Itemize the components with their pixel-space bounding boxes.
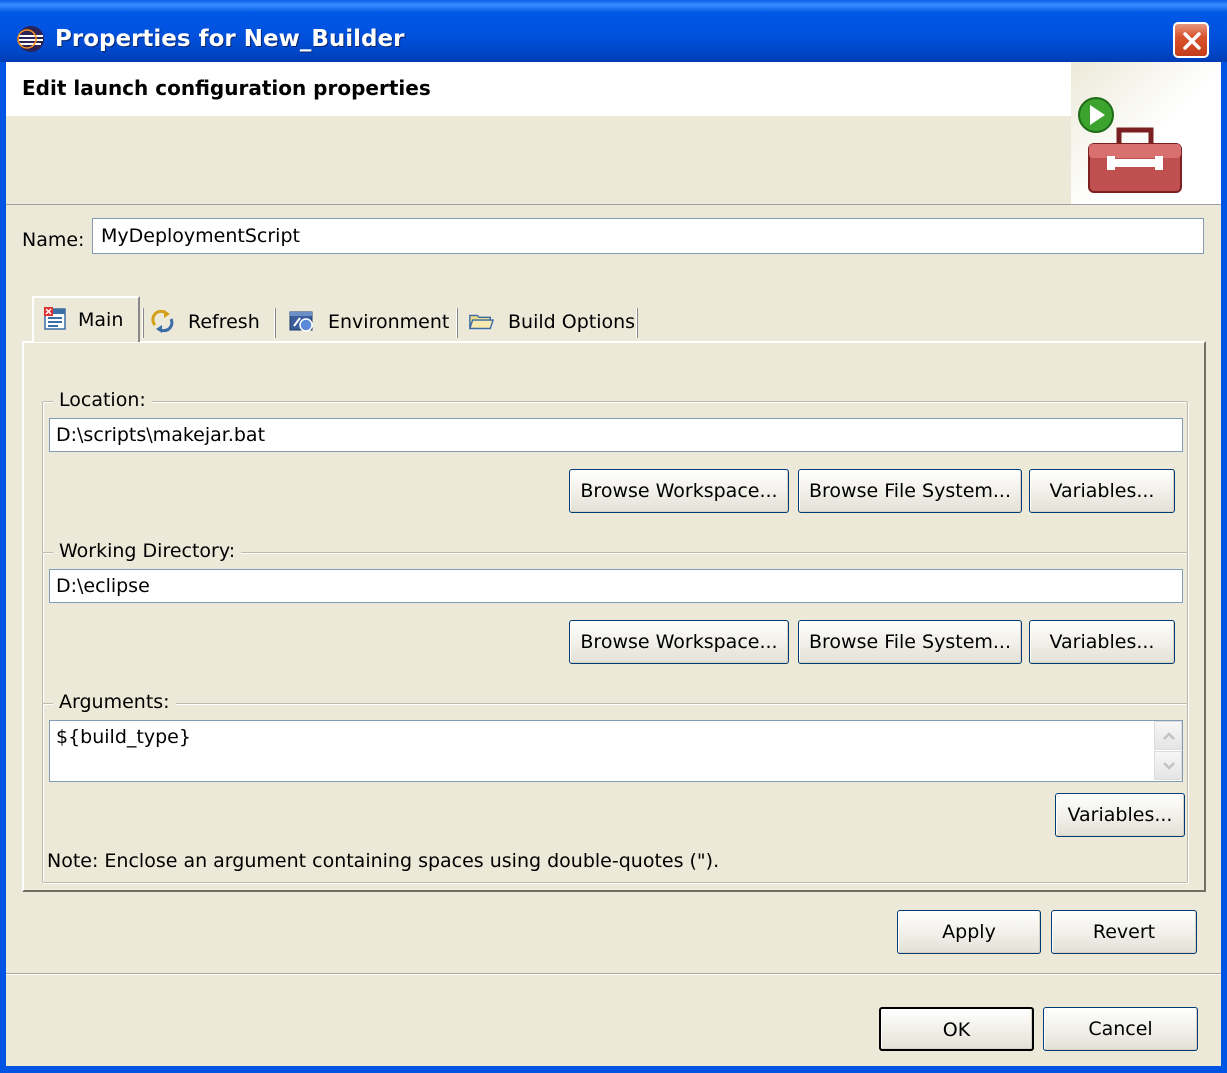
close-button[interactable] [1173, 22, 1209, 58]
location-browse-file-system-button[interactable]: Browse File System... [798, 469, 1022, 513]
working-directory-browse-workspace-button[interactable]: Browse Workspace... [569, 620, 789, 664]
ok-button[interactable]: OK [879, 1007, 1034, 1051]
dialog-client-area: Edit launch configuration properties Nam… [6, 62, 1221, 1073]
arguments-group: Arguments: ${build_type} Variables... No… [42, 691, 1188, 883]
environment-icon [289, 311, 313, 332]
name-label: Name: [22, 229, 85, 251]
eclipse-icon [17, 26, 44, 52]
location-input[interactable]: D:\scripts\makejar.bat [49, 418, 1183, 452]
location-group: Location: D:\scripts\makejar.bat Browse … [42, 389, 1188, 553]
properties-dialog: Properties for New_Builder Edit launch c… [0, 0, 1227, 1073]
main-tab-panel: Location: D:\scripts\makejar.bat Browse … [22, 341, 1206, 892]
tab-main-label: Main [78, 309, 124, 331]
arguments-text: ${build_type} [56, 726, 191, 748]
tab-refresh-label: Refresh [188, 311, 260, 333]
location-variables-button[interactable]: Variables... [1029, 469, 1175, 513]
banner-image [1071, 62, 1221, 204]
tab-environment-label: Environment [328, 311, 450, 333]
arguments-legend: Arguments: [53, 691, 176, 713]
dialog-separator [6, 973, 1221, 975]
main-tab-icon [44, 307, 66, 330]
working-directory-browse-file-system-button[interactable]: Browse File System... [798, 620, 1022, 664]
chevron-down-icon [1163, 762, 1175, 770]
tab-build-options[interactable]: Build Options [462, 300, 642, 342]
tab-build-options-label: Build Options [508, 311, 636, 333]
tab-main[interactable]: Main [32, 296, 140, 342]
working-directory-variables-button[interactable]: Variables... [1029, 620, 1175, 664]
tab-separator [142, 308, 144, 338]
chevron-up-icon [1163, 732, 1175, 740]
name-input[interactable]: MyDeploymentScript [92, 218, 1204, 254]
banner-title: Edit launch configuration properties [22, 76, 431, 100]
location-browse-workspace-button[interactable]: Browse Workspace... [569, 469, 789, 513]
tab-environment[interactable]: Environment [282, 300, 452, 342]
location-legend: Location: [53, 389, 152, 411]
cancel-button[interactable]: Cancel [1043, 1007, 1198, 1051]
revert-button[interactable]: Revert [1051, 910, 1197, 954]
refresh-icon [151, 309, 174, 333]
arguments-note: Note: Enclose an argument containing spa… [47, 850, 720, 872]
scroll-down-button[interactable] [1154, 751, 1182, 780]
working-directory-group: Working Directory: D:\eclipse Browse Wor… [42, 540, 1188, 704]
toolbox-run-icon [1078, 97, 1182, 193]
tab-separator [274, 308, 276, 338]
title-bar[interactable]: Properties for New_Builder [0, 0, 1227, 62]
arguments-textarea[interactable]: ${build_type} [49, 720, 1183, 782]
folder-icon [468, 314, 494, 330]
close-icon [1183, 32, 1201, 50]
scroll-up-button[interactable] [1154, 721, 1182, 750]
header-banner: Edit launch configuration properties [6, 62, 1221, 205]
working-directory-input[interactable]: D:\eclipse [49, 569, 1183, 603]
tab-separator [456, 308, 458, 338]
tab-separator [636, 308, 638, 338]
working-directory-legend: Working Directory: [53, 540, 242, 562]
apply-button[interactable]: Apply [897, 910, 1041, 954]
arguments-variables-button[interactable]: Variables... [1055, 793, 1185, 837]
window-title: Properties for New_Builder [55, 26, 405, 52]
tab-refresh[interactable]: Refresh [146, 300, 272, 342]
window-bottom-border [0, 1066, 1227, 1073]
